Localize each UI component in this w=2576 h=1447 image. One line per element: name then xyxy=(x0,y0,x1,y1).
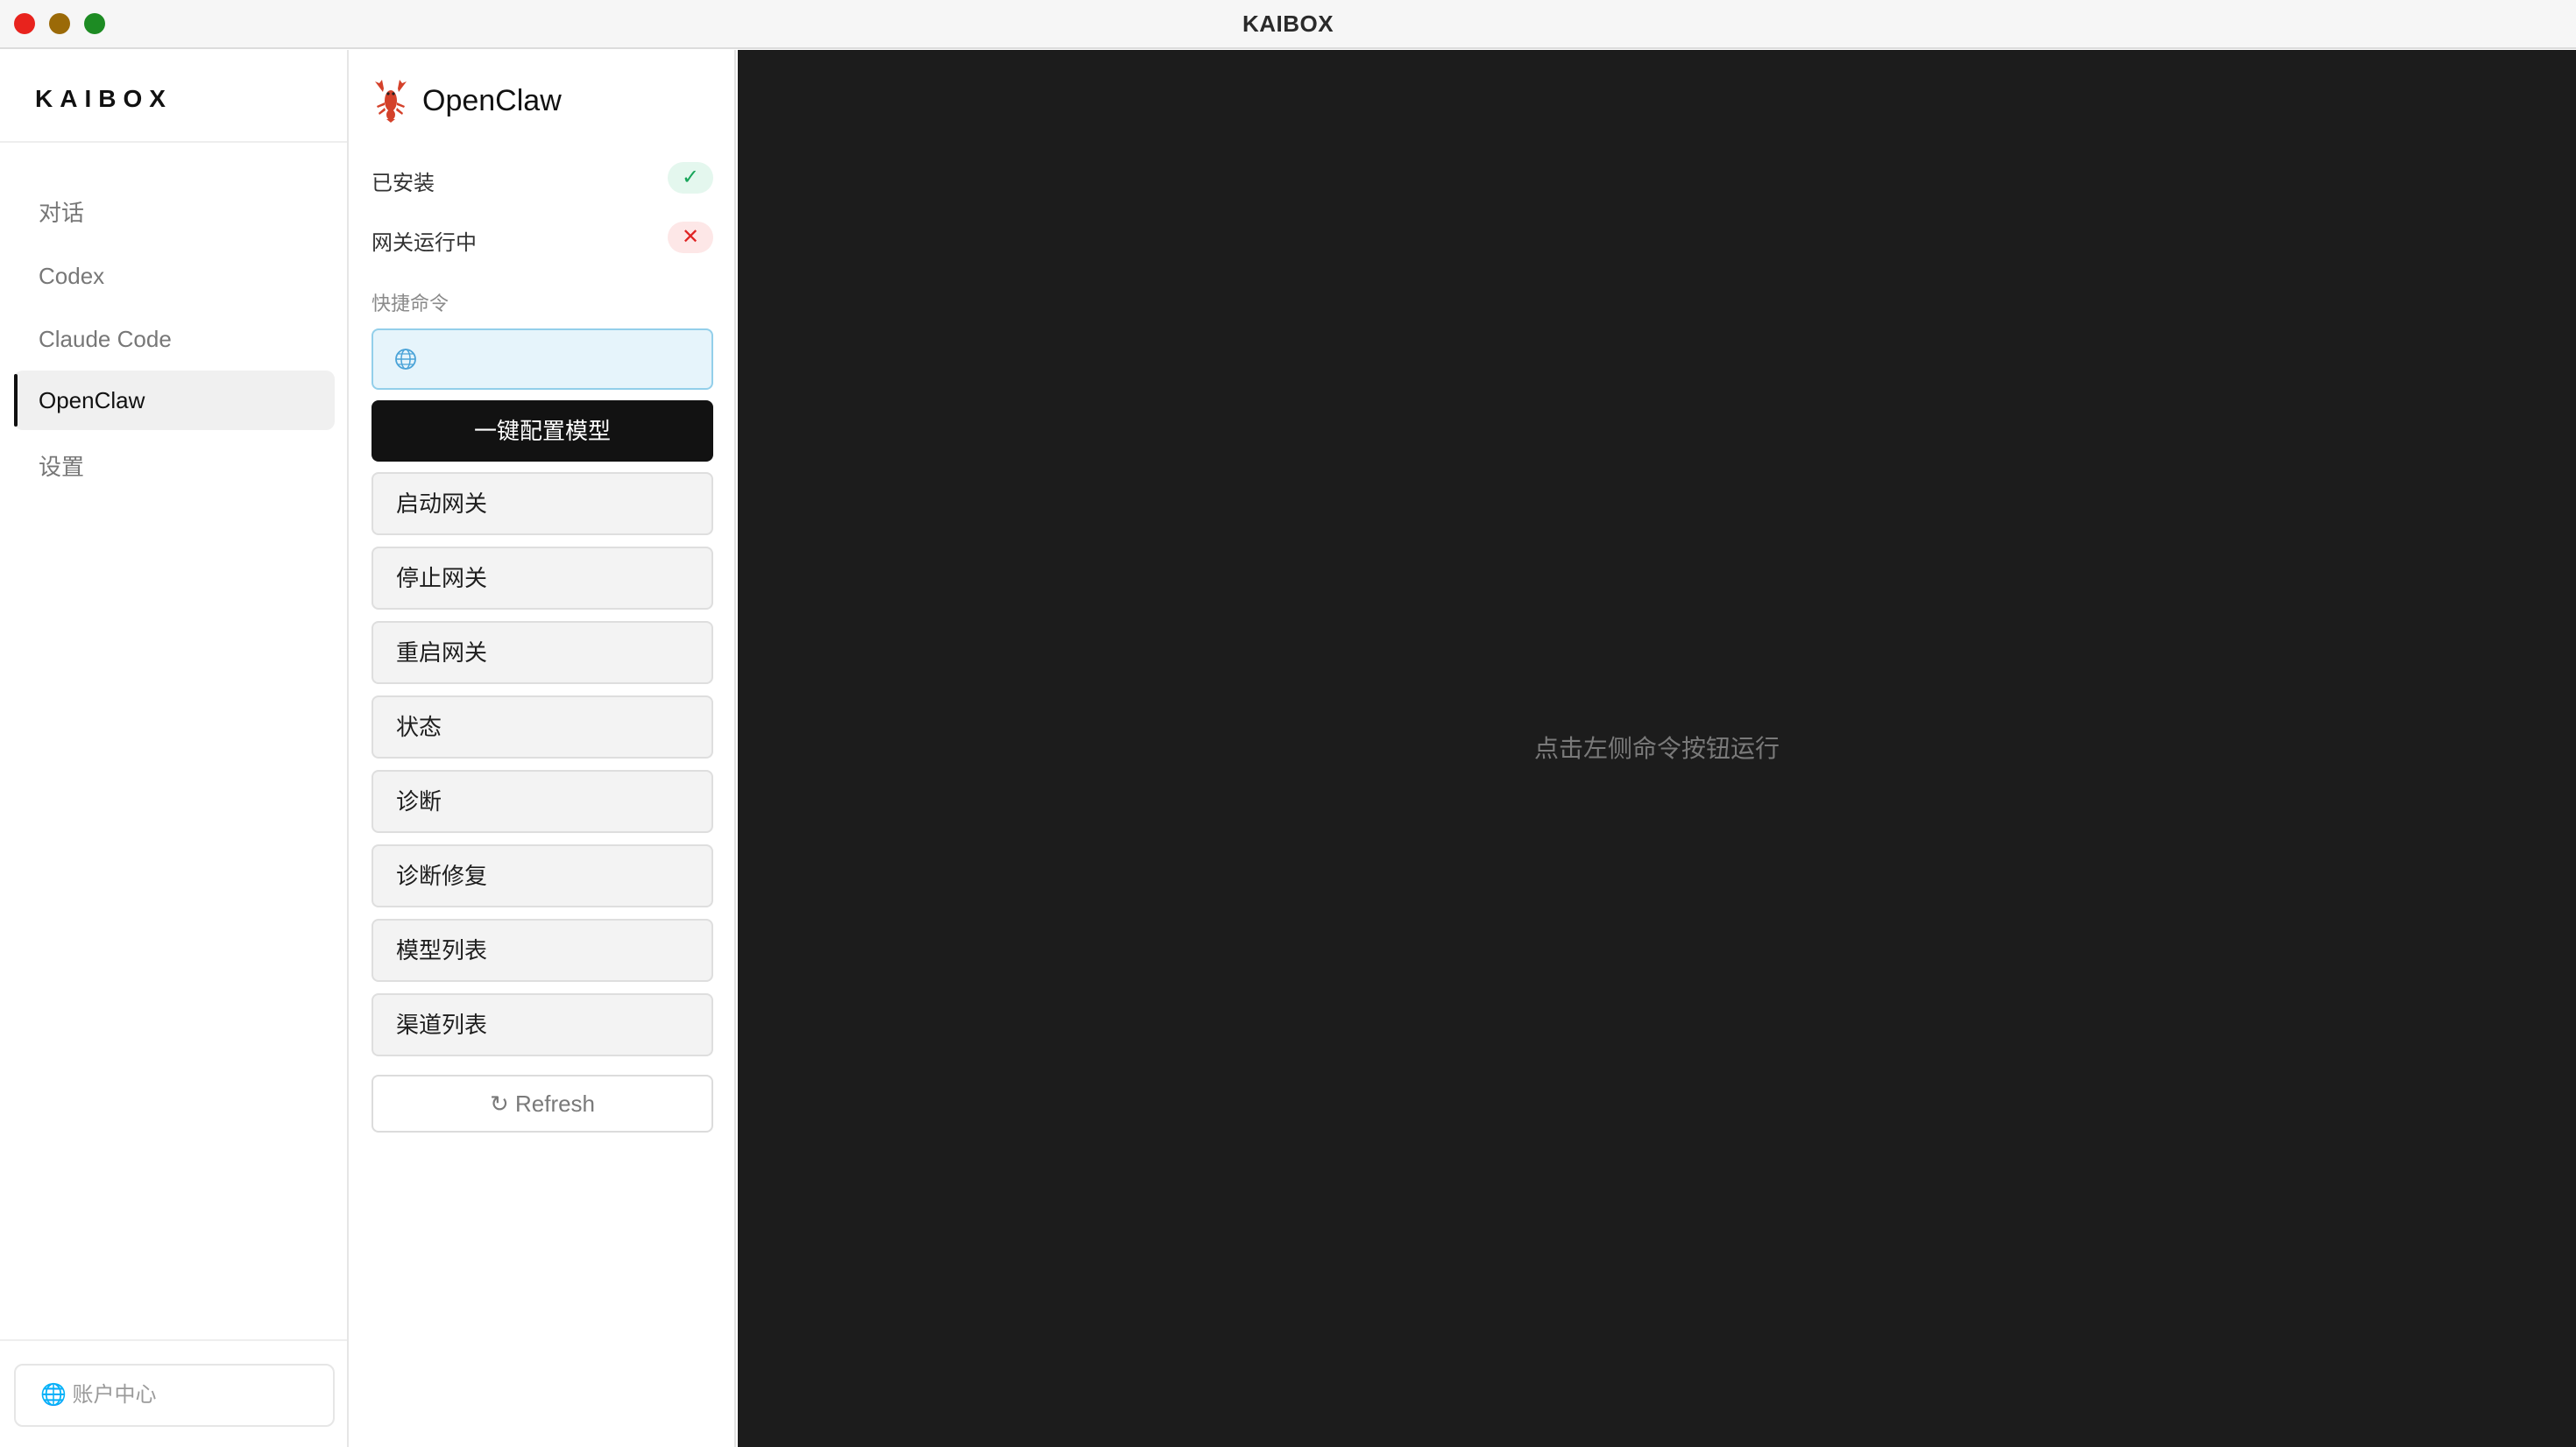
status-label: 已安装 xyxy=(372,172,435,195)
title-bar: KAIBOX xyxy=(0,0,2576,49)
divider xyxy=(0,1339,347,1341)
sidebar-item-chat[interactable]: 对话 xyxy=(14,183,335,243)
sidebar: KAIBOX 对话 Codex Claude Code OpenClaw 设置 … xyxy=(0,50,349,1447)
channel-list-button[interactable]: 渠道列表 xyxy=(372,993,713,1056)
window-title: KAIBOX xyxy=(1242,11,1334,37)
account-center-button[interactable]: 🌐 账户中心 xyxy=(14,1364,335,1427)
app-window: KAIBOX KAIBOX 对话 Codex Claude Code OpenC… xyxy=(0,0,2576,1447)
stop-gateway-button[interactable]: 停止网关 xyxy=(372,547,713,610)
configure-model-button[interactable]: 一键配置模型 xyxy=(372,400,713,462)
panel-header: OpenClaw xyxy=(372,78,562,124)
diagnose-button[interactable]: 诊断 xyxy=(372,770,713,833)
refresh-button[interactable]: ↻ Refresh xyxy=(372,1075,713,1133)
status-label: 网关运行中 xyxy=(372,231,477,255)
restart-gateway-button[interactable]: 重启网关 xyxy=(372,621,713,684)
diagnose-repair-button[interactable]: 诊断修复 xyxy=(372,844,713,907)
globe-icon xyxy=(395,349,416,370)
sidebar-item-claude-code[interactable]: Claude Code xyxy=(14,309,335,369)
sidebar-item-openclaw[interactable]: OpenClaw xyxy=(14,371,335,430)
app-logo: KAIBOX xyxy=(35,85,173,112)
check-icon: ✓ xyxy=(668,162,713,194)
lobster-icon xyxy=(375,80,407,123)
section-label-quick-commands: 快捷命令 xyxy=(372,293,449,314)
start-gateway-button[interactable]: 启动网关 xyxy=(372,472,713,535)
quick-command-input[interactable] xyxy=(426,341,697,379)
cross-icon: ✕ xyxy=(668,222,713,253)
divider xyxy=(0,141,347,143)
panel-title: OpenClaw xyxy=(422,83,562,117)
command-panel: OpenClaw 已安装 ✓ 网关运行中 ✕ 快捷命令 一键配置模型 启动网关 … xyxy=(350,50,736,1447)
sidebar-item-settings[interactable]: 设置 xyxy=(14,437,335,497)
output-console[interactable]: 点击左侧命令按钮运行 xyxy=(738,50,2576,1447)
quick-command-field[interactable] xyxy=(372,328,713,390)
status-gateway-running: 网关运行中 ✕ xyxy=(372,220,713,255)
status-button[interactable]: 状态 xyxy=(372,695,713,759)
sidebar-item-codex[interactable]: Codex xyxy=(14,246,335,306)
output-placeholder-text: 点击左侧命令按钮运行 xyxy=(1533,735,1780,762)
status-installed: 已安装 ✓ xyxy=(372,160,713,195)
model-list-button[interactable]: 模型列表 xyxy=(372,919,713,982)
